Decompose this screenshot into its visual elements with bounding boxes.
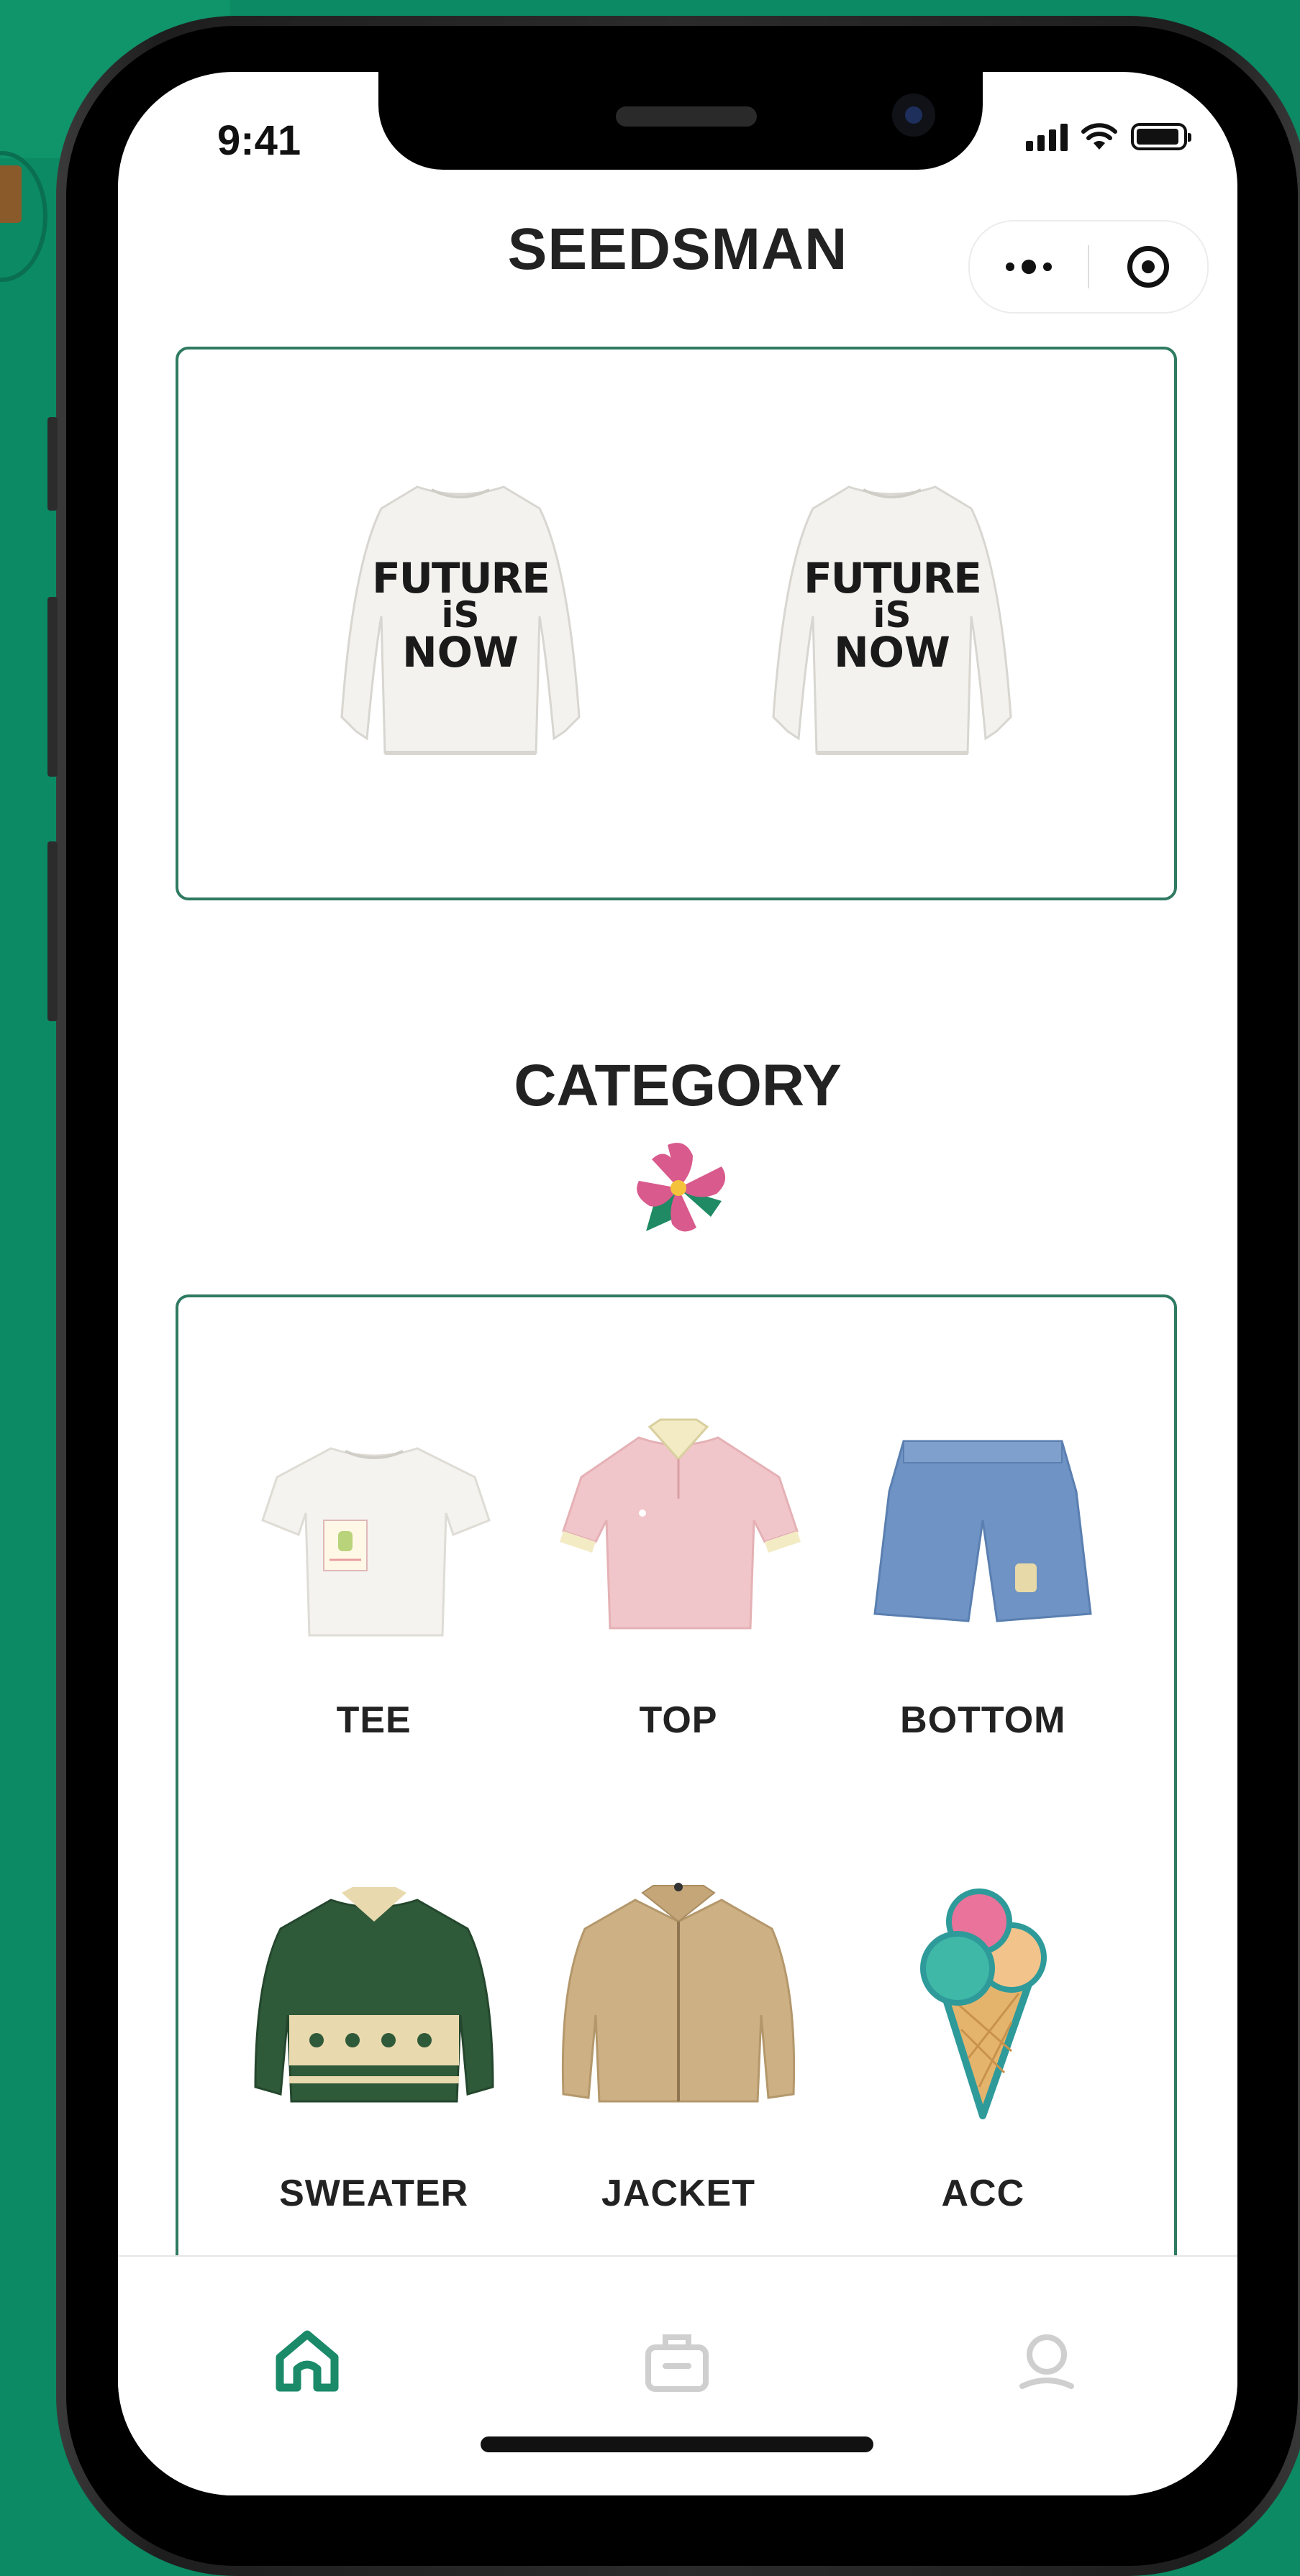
category-label: BOTTOM [900,1699,1066,1741]
tee-image [245,1398,504,1664]
home-icon [276,2330,339,2392]
category-grid: TEE TOP BOTTOM SWEATER JACKET ACC [222,1398,1135,2215]
category-item-acc[interactable]: ACC [831,1871,1135,2215]
banner-product-1[interactable]: FUTURE iS NOW [331,480,590,767]
volume-down-button [47,841,58,1021]
wifi-icon [1081,123,1117,150]
home-indicator[interactable] [481,2436,873,2452]
category-label: TEE [336,1699,412,1741]
tab-home[interactable] [268,2321,347,2401]
category-item-bottom[interactable]: BOTTOM [831,1398,1135,1742]
volume-up-button [47,597,58,777]
category-label: SWEATER [279,2173,469,2214]
front-camera [892,93,935,137]
category-item-top[interactable]: TOP [526,1398,830,1742]
shorts-image [853,1398,1112,1664]
category-item-sweater[interactable]: SWEATER [222,1871,526,2215]
background-decoration-object [0,165,22,223]
more-dots-icon[interactable] [970,221,1088,312]
flower-icon [637,1143,726,1232]
tab-profile[interactable] [1007,2321,1086,2401]
cellular-signal-icon [1026,122,1068,151]
target-close-icon[interactable] [1089,221,1207,312]
ice-cream-pillow-image [853,1871,1112,2137]
category-item-tee[interactable]: TEE [222,1398,526,1742]
category-heading: CATEGORY [514,1053,842,1118]
category-label: TOP [639,1699,718,1741]
banner-product-2[interactable]: FUTURE iS NOW [763,480,1022,767]
banner-print-text: FUTURE iS NOW [804,554,982,677]
hero-banner[interactable]: FUTURE iS NOW FUTURE iS NOW [176,347,1177,900]
profile-icon [1019,2334,1074,2389]
app-screen: 9:41 SEEDSMAN FUTURE iS NOW FUTURE iS NO… [118,72,1237,2495]
category-label: JACKET [601,2173,755,2214]
category-item-jacket[interactable]: JACKET [526,1871,830,2215]
polo-image [549,1398,808,1664]
tab-shopping[interactable] [637,2321,717,2401]
jacket-image [549,1871,808,2137]
banner-print-text: FUTURE iS NOW [372,554,550,677]
status-icons [1026,122,1191,151]
category-label: ACC [941,2173,1025,2214]
bag-icon [645,2334,709,2392]
speaker-grille [616,106,757,127]
sweater-image [245,1871,504,2137]
status-time: 9:41 [217,117,301,164]
mute-switch [47,417,58,511]
miniprogram-capsule [968,220,1209,314]
bottom-tab-bar [118,2255,1237,2495]
battery-icon [1131,123,1191,150]
notch [378,72,983,170]
